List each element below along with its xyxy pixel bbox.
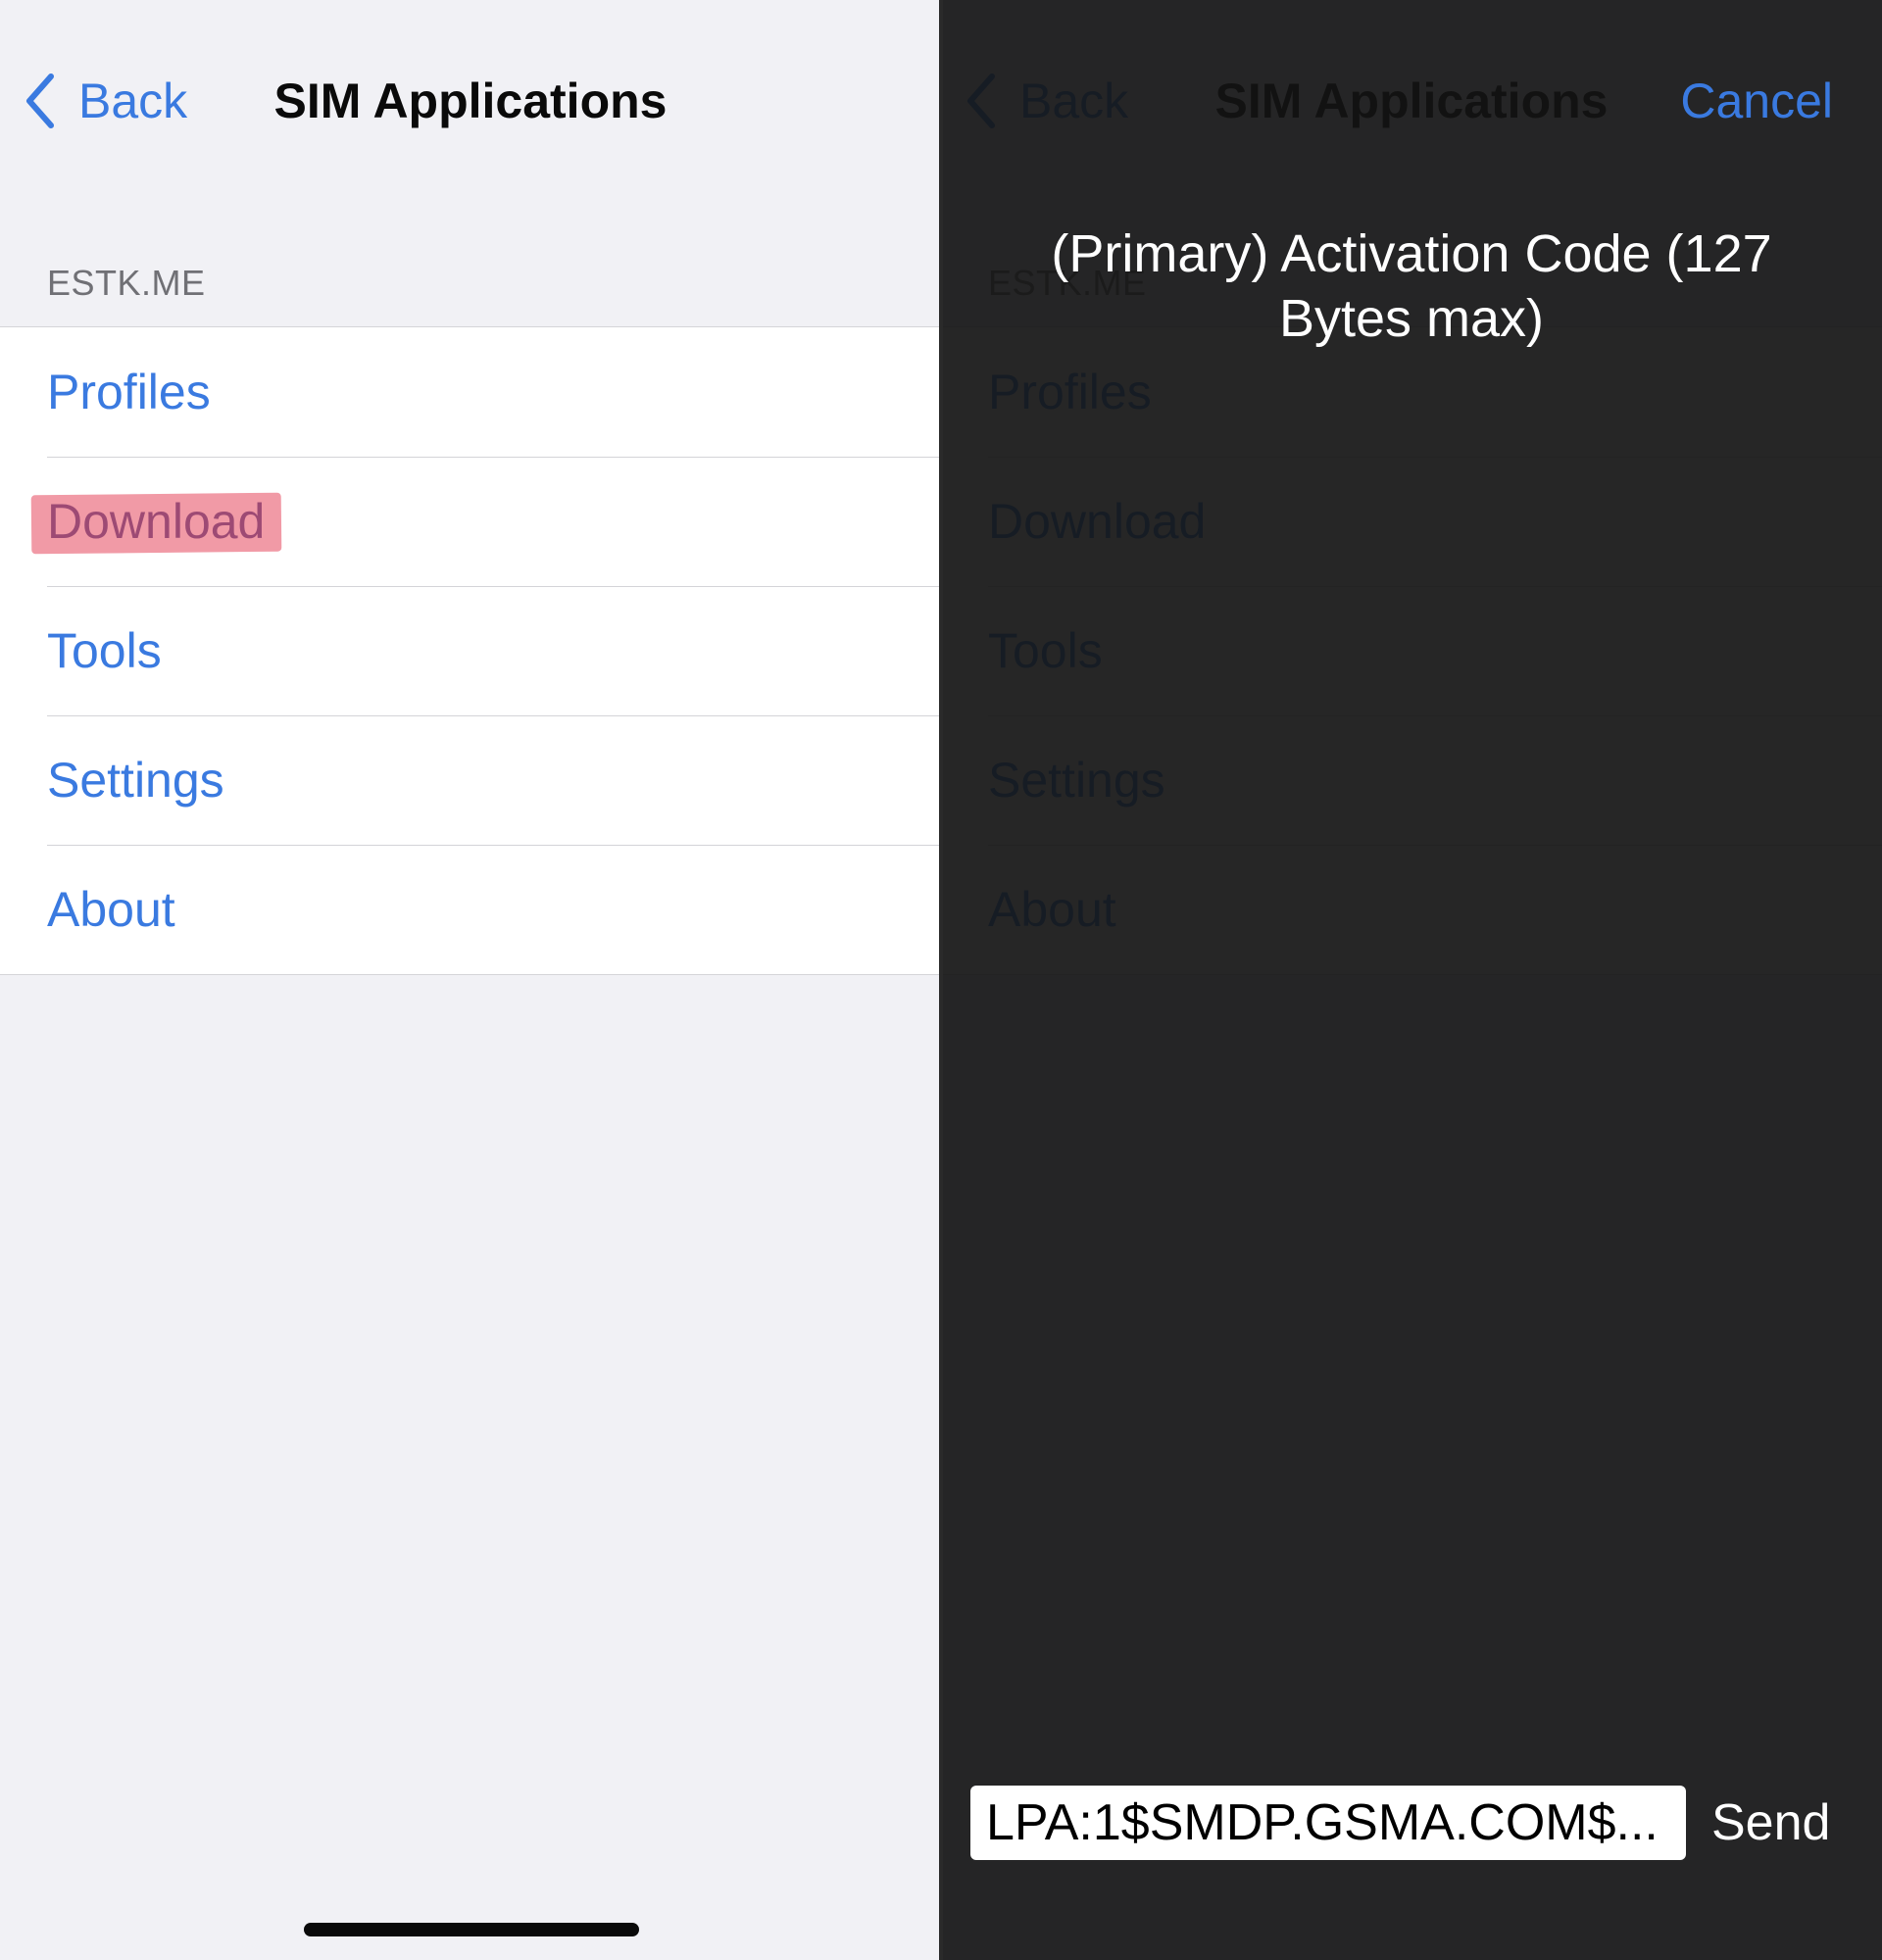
menu-item-profiles[interactable]: Profiles <box>0 327 941 457</box>
menu-list: Profiles Download Tools Settings About <box>0 326 941 975</box>
menu-item-tools[interactable]: Tools <box>0 586 941 715</box>
menu-item-label[interactable]: Tools <box>47 586 162 715</box>
dialog-prompt: (Primary) Activation Code (127 Bytes max… <box>1051 224 1772 348</box>
menu-item-label[interactable]: Profiles <box>47 327 211 457</box>
section-header: ESTK.ME <box>47 263 206 303</box>
send-button[interactable]: Send <box>1711 1786 1830 1860</box>
right-screen: Back SIM Applications ESTK.ME Profiles D… <box>941 0 1882 1960</box>
navigation-bar: Back SIM Applications <box>0 0 941 196</box>
menu-item-settings[interactable]: Settings <box>0 715 941 845</box>
cancel-button[interactable]: Cancel <box>1680 65 1833 137</box>
activation-code-input[interactable] <box>970 1786 1686 1860</box>
home-indicator[interactable] <box>304 1923 639 1936</box>
menu-item-download[interactable]: Download <box>0 457 941 586</box>
menu-item-label[interactable]: About <box>47 845 175 974</box>
page-title: SIM Applications <box>273 74 668 128</box>
panel-divider <box>939 0 943 1960</box>
activation-code-input-container <box>970 1786 1686 1860</box>
left-screen: Back SIM Applications ESTK.ME Profiles D… <box>0 0 941 1960</box>
menu-item-about[interactable]: About <box>0 845 941 974</box>
menu-item-label[interactable]: Settings <box>47 715 224 845</box>
menu-item-label[interactable]: Download <box>47 457 265 586</box>
